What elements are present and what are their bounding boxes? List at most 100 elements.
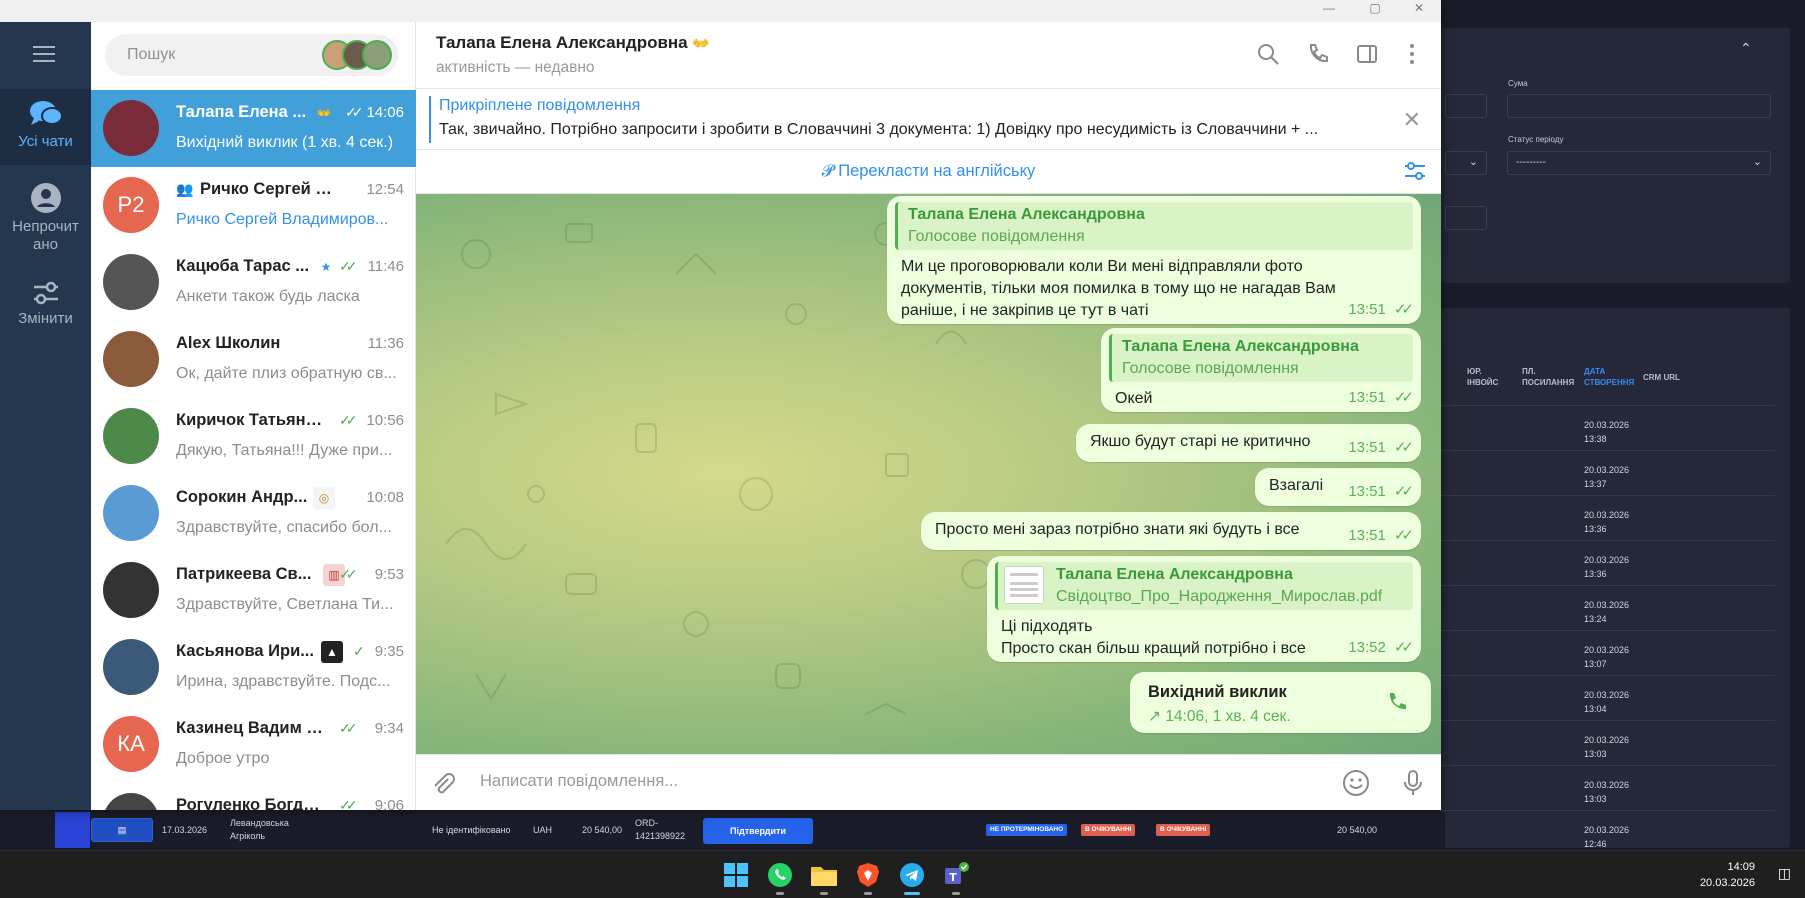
reply-quote[interactable]: Талапа Елена Александровна Голосове повід… xyxy=(1109,334,1413,382)
crm-th-created-date[interactable]: ДАТА СТВОРЕННЯ xyxy=(1584,366,1636,388)
chat-name: Рогуленко Богдан ... xyxy=(176,796,326,810)
maximize-icon[interactable]: ▢ xyxy=(1352,0,1398,22)
crm-row-created: 20.03.2026 13:03 xyxy=(1584,778,1629,806)
crm-row-created-date: 20.03.2026 xyxy=(1584,690,1630,700)
system-clock[interactable]: 14:09 20.03.2026 xyxy=(1700,859,1755,891)
chat-list-item[interactable]: Рогуленко Богдан ... ✓✓ 9:06 xyxy=(91,783,416,810)
outgoing-message[interactable]: Талапа Елена Александровна Свідоцтво_Про_… xyxy=(987,556,1421,662)
crm-period-status-label: Статус періоду xyxy=(1508,135,1564,144)
message-area[interactable]: Талапа Елена Александровна Голосове повід… xyxy=(416,194,1441,754)
crm-table-row[interactable]: 20.03.2026 13:36 xyxy=(1440,495,1775,540)
crm-table-row[interactable]: 20.03.2026 13:03 xyxy=(1440,720,1775,765)
outgoing-message[interactable]: Талапа Елена Александровна Голосове повід… xyxy=(1101,328,1421,412)
collapse-icon[interactable]: ⌃ xyxy=(1740,40,1752,57)
confirm-button[interactable]: Підтвердити xyxy=(703,818,813,844)
stories-avatars[interactable] xyxy=(322,40,392,70)
outgoing-message[interactable]: Талапа Елена Александровна Голосове повід… xyxy=(887,196,1421,324)
folder-unread[interactable]: Непрочит ано xyxy=(0,172,91,262)
chat-list: Пошук Талапа Елена ... 👐 ✓✓ 14:06 Вихідний в… xyxy=(91,22,416,810)
chat-list-item[interactable]: Р2 👥 Ричко Сергей Вла... 12:54 Ричко Сергей … xyxy=(91,167,416,244)
crm-table-row[interactable]: 20.03.2026 13:24 xyxy=(1440,585,1775,630)
brave-icon[interactable] xyxy=(852,859,884,895)
read-check-icon: ✓✓ xyxy=(339,566,358,582)
reply-author: Талапа Елена Александровна xyxy=(908,206,1145,223)
chat-list-item[interactable]: Патрикеева Св... ▥ ✓✓ 9:53 Здравствуйте, Све… xyxy=(91,552,416,629)
crm-table-row[interactable]: 20.03.2026 13:38 xyxy=(1440,405,1775,450)
crm-table-row[interactable]: 20.03.2026 13:36 xyxy=(1440,540,1775,585)
crm-table-row[interactable]: 20.03.2026 13:04 xyxy=(1440,675,1775,720)
outgoing-arrow-icon: ↗ xyxy=(1148,708,1161,725)
outgoing-message[interactable]: Взагалі 13:51 ✓✓ xyxy=(1255,468,1421,506)
call-message[interactable]: Вихідний виклик ↗ 14:06, 1 хв. 4 сек. xyxy=(1130,672,1431,733)
close-window-icon[interactable]: ✕ xyxy=(1396,0,1441,22)
crm-row-created-time: 13:24 xyxy=(1584,614,1607,624)
crm-table-row[interactable]: 20.03.2026 12:46 xyxy=(1440,810,1775,855)
translate-options-icon[interactable] xyxy=(1403,160,1427,187)
teams-icon[interactable]: T xyxy=(940,859,972,895)
telegram-icon[interactable] xyxy=(896,859,928,895)
group-icon: 👥 xyxy=(176,181,194,197)
search-input[interactable]: Пошук xyxy=(105,34,398,76)
avatar: КА xyxy=(103,716,159,772)
read-check-icon: ✓✓ xyxy=(339,258,358,274)
crm-th-payment-link[interactable]: ПЛ. ПОСИЛАННЯ xyxy=(1522,366,1577,388)
outgoing-message[interactable]: Просто мені зараз потрібно знати які буд… xyxy=(921,512,1421,550)
folder-all-chats[interactable]: Усі чати xyxy=(0,89,91,165)
message-time: 13:52 xyxy=(1348,639,1386,656)
chat-preview: Анкети також будь ласка xyxy=(176,288,360,305)
emoji-icon[interactable] xyxy=(1342,769,1370,802)
phone-icon[interactable] xyxy=(1306,42,1330,71)
file-explorer-icon[interactable] xyxy=(808,859,840,895)
clock-date: 20.03.2026 xyxy=(1699,877,1755,889)
start-icon[interactable] xyxy=(720,859,752,891)
crm-th-legal-invoice[interactable]: ЮР. ІНВОЙС xyxy=(1467,366,1507,388)
badge-not-overdue: НЕ ПРОТЕРМІНОВАНО xyxy=(986,824,1068,836)
hamburger-menu-icon[interactable] xyxy=(33,46,57,64)
crm-filter-select-partial[interactable]: ⌄ xyxy=(1445,151,1487,175)
sidebar-toggle-icon[interactable] xyxy=(1355,42,1379,71)
crm-period-status-select[interactable]: --------- ⌄ xyxy=(1507,151,1771,175)
pinned-message[interactable]: Прикріплене повідомлення Так, звичайно. … xyxy=(416,89,1441,150)
microphone-icon[interactable] xyxy=(1402,769,1424,802)
read-check-icon: ✓✓ xyxy=(1393,439,1414,456)
close-icon[interactable]: ✕ xyxy=(1403,107,1421,133)
message-input[interactable]: Написати повідомлення... xyxy=(480,772,678,791)
folder-unread-label: Непрочит ано xyxy=(12,218,79,253)
chat-name: Киричок Татьяна ... xyxy=(176,411,326,429)
notification-icon[interactable]: ◫ xyxy=(1778,865,1791,882)
minimize-icon[interactable]: — xyxy=(1306,0,1352,22)
chat-preview: Здравствуйте, спасибо бол... xyxy=(176,519,392,536)
more-vertical-icon[interactable] xyxy=(1406,42,1418,71)
chat-title[interactable]: Талапа Елена Александровна 👐 xyxy=(436,33,710,53)
reply-quote[interactable]: Талапа Елена Александровна Голосове повід… xyxy=(895,202,1413,250)
crm-table-row[interactable]: 20.03.2026 13:03 xyxy=(1440,765,1775,810)
call-back-icon[interactable] xyxy=(1385,690,1409,719)
chat-list-item[interactable]: Касьянова Ири... ▲ ✓ 9:35 Ирина, здравствуйт… xyxy=(91,629,416,706)
whatsapp-icon[interactable] xyxy=(764,859,796,895)
chat-list-item[interactable]: Киричок Татьяна ... ✓✓ 10:56 Дякую, Татьяна… xyxy=(91,398,416,475)
search-icon[interactable] xyxy=(1256,42,1280,71)
attach-icon[interactable] xyxy=(430,771,456,802)
document-icon[interactable]: ▤ xyxy=(91,818,153,842)
outgoing-message[interactable]: Якшо будут старі не критично 13:51 ✓✓ xyxy=(1076,424,1421,462)
crm-table-row[interactable]: 20.03.2026 13:37 xyxy=(1440,450,1775,495)
chat-list-item[interactable]: Кацюба Тарас ... ★ ✓✓ 11:46 Анкети також буд… xyxy=(91,244,416,321)
crm-table-row[interactable]: 20.03.2026 13:07 xyxy=(1440,630,1775,675)
read-check-icon: ✓✓ xyxy=(1393,389,1414,406)
chat-list-item[interactable]: Талапа Елена ... 👐 ✓✓ 14:06 Вихідний виклик … xyxy=(91,90,416,167)
chat-list-item[interactable]: Сорокин Андр... ◎ 10:08 Здравствуйте, спаси… xyxy=(91,475,416,552)
crm-row-created: 20.03.2026 13:37 xyxy=(1584,463,1629,491)
chat-list-item[interactable]: Alex Школин 11:36 Ок, дайте плиз обратную … xyxy=(91,321,416,398)
crm-sum-input[interactable] xyxy=(1507,94,1771,118)
folder-edit[interactable]: Змінити xyxy=(0,270,91,346)
reply-quote[interactable]: Талапа Елена Александровна Свідоцтво_Про_… xyxy=(995,562,1413,610)
chat-preview: Доброе утро xyxy=(176,750,270,767)
crm-filter-input-partial-2[interactable] xyxy=(1445,206,1487,230)
chat-preview: Дякую, Татьяна!!! Дуже при... xyxy=(176,442,393,459)
crm-filter-input-partial[interactable] xyxy=(1445,94,1487,118)
crm-row-amount-2: 20 540,00 xyxy=(1337,825,1378,835)
chat-list-item[interactable]: КА Казинец Вадим Ал... ✓✓ 9:34 Доброе утро xyxy=(91,706,416,783)
translate-button[interactable]: 𝓟 Перекласти на англійську xyxy=(416,162,1441,181)
crm-row-created-date: 20.03.2026 xyxy=(1584,600,1630,610)
crm-th-crm-url[interactable]: CRM URL xyxy=(1643,372,1688,383)
